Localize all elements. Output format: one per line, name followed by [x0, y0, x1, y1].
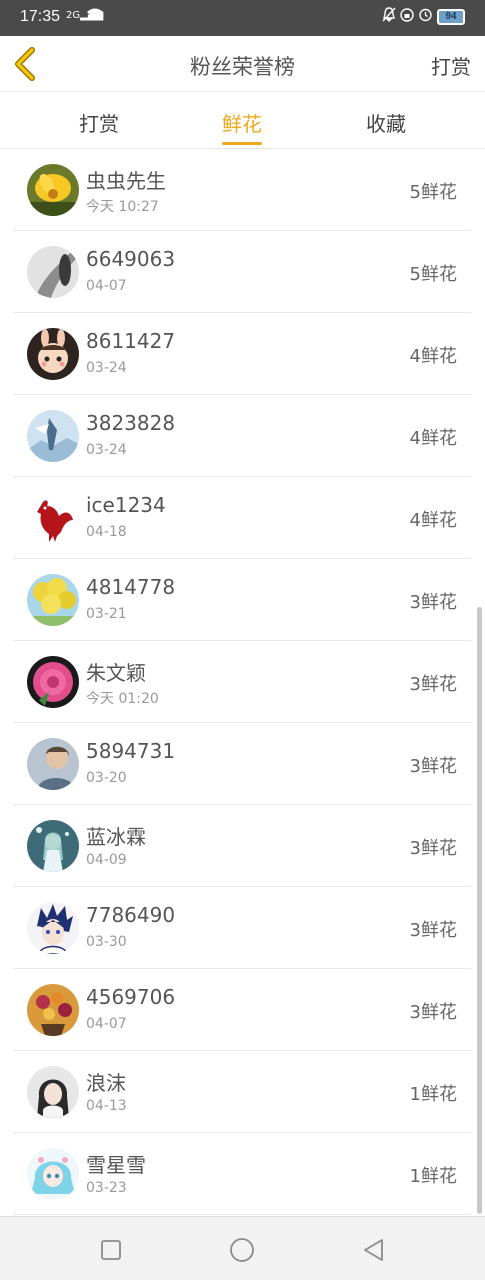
- list-item[interactable]: 虫虫先生 今天 10:27 5鲜花: [13, 149, 471, 231]
- timestamp: 03-24: [86, 442, 127, 458]
- portrait-avatar: [27, 738, 79, 790]
- nav-bar: 粉丝荣誉榜 打赏: [0, 36, 485, 92]
- flower-count: 5鲜花: [409, 182, 457, 203]
- status-bar: 17:35 2G▂▄▆ 94: [0, 0, 485, 36]
- timestamp: 04-18: [86, 524, 127, 540]
- home-icon: [230, 1238, 254, 1262]
- user-name: 8611427: [86, 329, 176, 353]
- wifi-icon: [86, 7, 104, 25]
- flower-count: 1鲜花: [409, 1166, 457, 1187]
- active-tab-indicator: [222, 142, 262, 145]
- tab-label: 打赏: [79, 112, 119, 136]
- tab-label: 鲜花: [222, 112, 262, 136]
- status-time: 17:35: [20, 8, 61, 25]
- flower-count: 3鲜花: [409, 592, 457, 613]
- bell-muted-icon: [382, 7, 396, 26]
- signal-label: 2G: [66, 10, 81, 21]
- list-item[interactable]: 朱文颖 今天 01:20 3鲜花: [13, 641, 471, 723]
- flower-count: 4鲜花: [409, 346, 457, 367]
- flower-count: 3鲜花: [409, 674, 457, 695]
- tab-flowers[interactable]: 鲜花: [202, 108, 282, 149]
- timestamp: 今天 01:20: [86, 691, 159, 707]
- user-name: 浪沫: [86, 1071, 126, 1095]
- list-item[interactable]: 7786490 03-30 3鲜花: [13, 887, 471, 969]
- timestamp: 04-09: [86, 852, 127, 868]
- flower-count: 5鲜花: [409, 264, 457, 285]
- alarm-icon: [418, 7, 433, 26]
- list-item[interactable]: 蓝冰霖 04-09 3鲜花: [13, 805, 471, 887]
- list-item[interactable]: 8611427 03-24 4鲜花: [13, 313, 471, 395]
- tab-bar: 打赏 鲜花 收藏: [0, 92, 485, 149]
- user-name: 雪星雪: [86, 1153, 146, 1177]
- timestamp: 今天 10:27: [86, 199, 159, 215]
- timestamp: 03-20: [86, 770, 127, 786]
- flower-count: 3鲜花: [409, 756, 457, 777]
- yellow-balloons-avatar: [27, 574, 79, 626]
- user-name: 6649063: [86, 247, 176, 271]
- battery-level: 94: [445, 10, 457, 22]
- home-button[interactable]: [229, 1237, 255, 1263]
- user-name: 5894731: [86, 739, 176, 763]
- anime-girl-avatar: [27, 820, 79, 872]
- flower-bouquet-avatar: [27, 984, 79, 1036]
- flower-count: 4鲜花: [409, 428, 457, 449]
- user-name: 蓝冰霖: [86, 825, 146, 849]
- flower-count: 1鲜花: [409, 1084, 457, 1105]
- battery-icon: 94: [437, 8, 465, 25]
- user-name: ice1234: [86, 493, 166, 517]
- recent-apps-button[interactable]: [98, 1237, 124, 1263]
- anime-boy-avatar: [27, 902, 79, 954]
- ice-figure-avatar: [27, 410, 79, 462]
- fan-list: 虫虫先生 今天 10:27 5鲜花 6649063 04-07 5鲜花 8611…: [13, 149, 471, 1215]
- flower-count: 3鲜花: [409, 1002, 457, 1023]
- reward-button[interactable]: 打赏: [431, 51, 471, 80]
- user-name: 朱文颖: [86, 661, 146, 685]
- timestamp: 04-07: [86, 278, 127, 294]
- scrollbar[interactable]: [477, 607, 482, 1214]
- timestamp: 03-23: [86, 1180, 127, 1196]
- tab-reward[interactable]: 打赏: [59, 108, 139, 149]
- list-item[interactable]: 雪星雪 03-23 1鲜花: [13, 1133, 471, 1215]
- pink-rose-avatar: [27, 656, 79, 708]
- system-nav-bar: [0, 1216, 485, 1280]
- tab-favorites[interactable]: 收藏: [346, 108, 426, 149]
- list-item[interactable]: 浪沫 04-13 1鲜花: [13, 1051, 471, 1133]
- blue-anime-avatar: [27, 1148, 79, 1200]
- user-name: 4569706: [86, 985, 176, 1009]
- timestamp: 04-07: [86, 1016, 127, 1032]
- lock-circle-icon: [400, 7, 414, 26]
- user-name: 虫虫先生: [86, 169, 166, 193]
- status-icons: 94: [382, 7, 465, 26]
- list-item[interactable]: 4569706 04-07 3鲜花: [13, 969, 471, 1051]
- girl-portrait-avatar: [27, 1066, 79, 1118]
- list-item[interactable]: 5894731 03-20 3鲜花: [13, 723, 471, 805]
- flower-count: 3鲜花: [409, 920, 457, 941]
- user-name: 4814778: [86, 575, 176, 599]
- user-name: 7786490: [86, 903, 176, 927]
- timestamp: 03-21: [86, 606, 127, 622]
- recent-apps-icon: [101, 1240, 121, 1260]
- tab-label: 收藏: [366, 112, 406, 136]
- timestamp: 04-13: [86, 1098, 127, 1114]
- bunny-character-avatar: [27, 328, 79, 380]
- back-icon: [364, 1239, 383, 1261]
- system-back-button[interactable]: [361, 1237, 387, 1263]
- sunflower-avatar: [27, 164, 79, 216]
- timestamp: 03-30: [86, 934, 127, 950]
- flower-count: 4鲜花: [409, 510, 457, 531]
- list-item[interactable]: ice1234 04-18 4鲜花: [13, 477, 471, 559]
- red-rooster-avatar: [27, 492, 79, 544]
- list-item[interactable]: 3823828 03-24 4鲜花: [13, 395, 471, 477]
- page-title: 粉丝荣誉榜: [190, 55, 295, 79]
- list-item[interactable]: 6649063 04-07 5鲜花: [13, 231, 471, 313]
- user-name: 3823828: [86, 411, 176, 435]
- list-item[interactable]: 4814778 03-21 3鲜花: [13, 559, 471, 641]
- gray-figure-avatar: [27, 246, 79, 298]
- timestamp: 03-24: [86, 360, 127, 376]
- flower-count: 3鲜花: [409, 838, 457, 859]
